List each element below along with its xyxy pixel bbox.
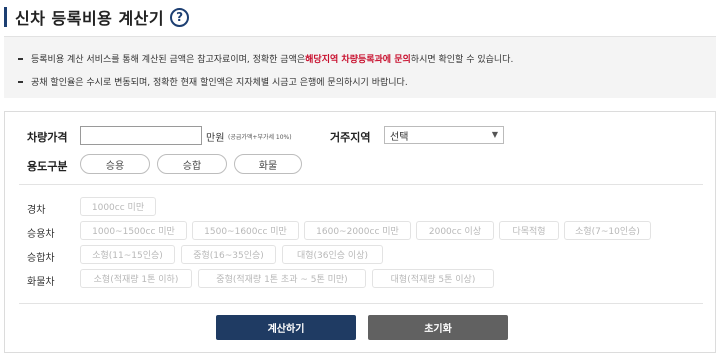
option-chip[interactable]: 다목적형 <box>499 221 559 240</box>
notice-text: 등록비용 계산 서비스를 통해 계산된 금액은 참고자료이며, 정확한 금액은 <box>31 55 306 65</box>
price-unit: 만원 <box>206 133 225 144</box>
option-chip[interactable]: 대형(36인승 이상) <box>282 245 383 264</box>
title-accent-bar <box>4 7 7 27</box>
region-label: 거주지역 <box>330 131 371 144</box>
notice-text: 하시면 확인할 수 있습니다. <box>410 55 514 65</box>
option-chip[interactable]: 1600~2000cc 미만 <box>304 221 411 240</box>
chevron-down-icon: ▼ <box>491 130 498 139</box>
option-chip[interactable]: 소형(11~15인승) <box>80 245 175 264</box>
notice-text: 공채 할인율은 수시로 변동되며, 정확한 현재 할인액은 지자체별 시금고 은… <box>31 78 408 88</box>
option-chip[interactable]: 소형(적재량 1톤 이하) <box>80 269 192 288</box>
category-label-passenger: 승용차 <box>27 229 55 240</box>
bullet-icon <box>18 57 23 60</box>
category-label-light: 경차 <box>27 205 46 216</box>
price-label: 차량가격 <box>27 131 68 144</box>
bullet-icon <box>18 80 23 83</box>
calculator-panel: 차량가격 만원 (공급가액+부가세 10%) 거주지역 선택 ▼ 용도구분 승용… <box>4 111 716 353</box>
reset-button[interactable]: 초기화 <box>368 315 508 340</box>
region-select[interactable]: 선택 ▼ <box>384 126 504 144</box>
price-input[interactable] <box>80 126 202 145</box>
question-circle-icon[interactable]: ? <box>170 7 190 27</box>
region-selected-value: 선택 <box>390 131 409 143</box>
page-header: 신차 등록비용 계산기 ? <box>4 6 190 28</box>
option-chip[interactable]: 1500~1600cc 미만 <box>192 221 299 240</box>
option-chip[interactable]: 대형(적재량 5톤 이상) <box>372 269 494 288</box>
option-chip[interactable]: 2000cc 이상 <box>416 221 494 240</box>
calculate-button[interactable]: 계산하기 <box>216 315 356 340</box>
notice-line-1: 등록비용 계산 서비스를 통해 계산된 금액은 참고자료이며, 정확한 금액은 … <box>18 52 513 65</box>
option-chip[interactable]: 1000cc 미만 <box>80 197 156 216</box>
usage-option-truck[interactable]: 화물 <box>234 154 302 174</box>
option-chip[interactable]: 중형(적재량 1톤 초과 ~ 5톤 미만) <box>198 269 366 288</box>
usage-option-van[interactable]: 승합 <box>157 154 227 174</box>
divider <box>19 184 703 185</box>
category-label-van: 승합차 <box>27 253 55 264</box>
divider <box>19 303 703 304</box>
option-chip[interactable]: 1000~1500cc 미만 <box>80 221 187 240</box>
notice-highlight: 해당지역 차량등록과에 문의 <box>305 55 411 65</box>
option-chip[interactable]: 소형(7~10인승) <box>564 221 651 240</box>
usage-option-passenger[interactable]: 승용 <box>80 154 150 174</box>
notice-box: 등록비용 계산 서비스를 통해 계산된 금액은 참고자료이며, 정확한 금액은 … <box>4 36 716 98</box>
price-note: (공급가액+부가세 10%) <box>228 134 292 141</box>
category-label-truck: 화물차 <box>27 277 55 288</box>
page-title: 신차 등록비용 계산기 <box>15 9 165 28</box>
option-chip[interactable]: 중형(16~35인승) <box>181 245 276 264</box>
usage-label: 용도구분 <box>27 160 68 173</box>
notice-line-2: 공채 할인율은 수시로 변동되며, 정확한 현재 할인액은 지자체별 시금고 은… <box>18 75 408 88</box>
